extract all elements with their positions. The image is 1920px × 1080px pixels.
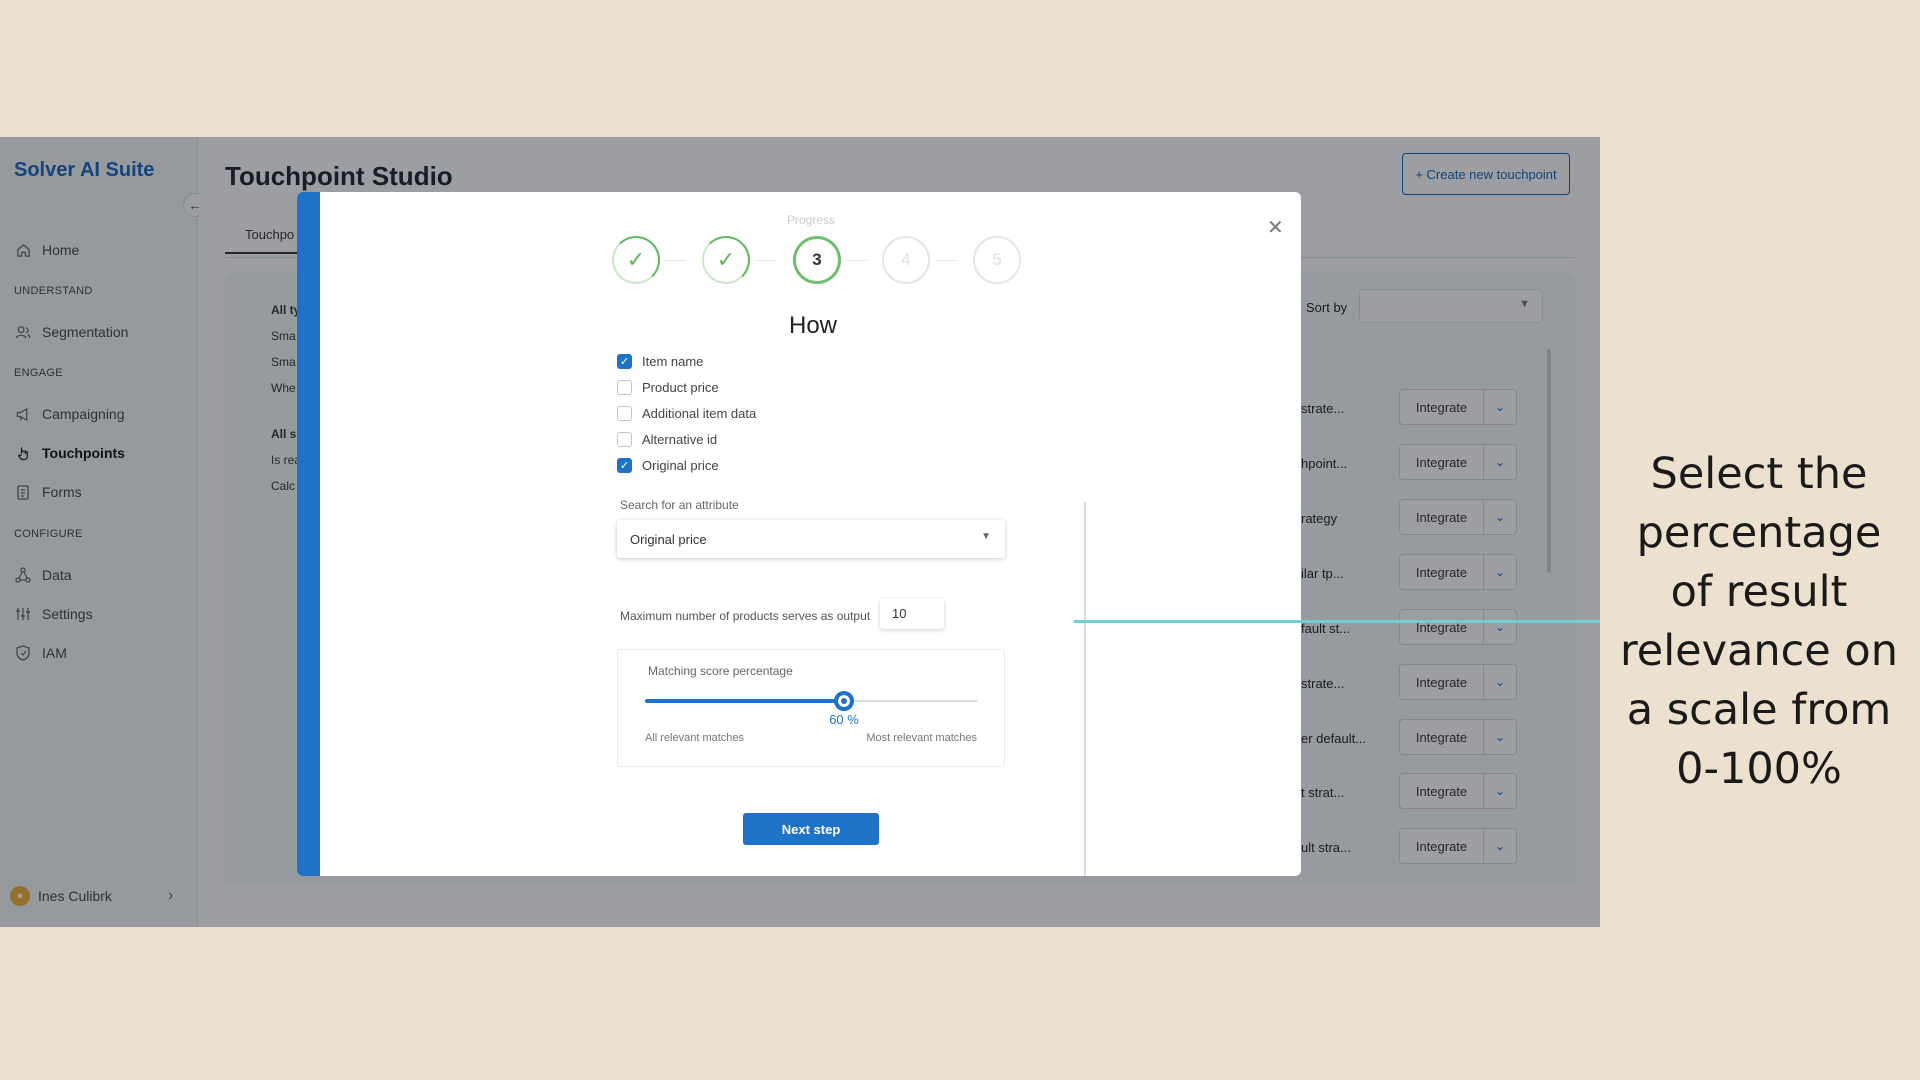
attribute-select-value: Original price [630, 532, 707, 547]
callout-line [1074, 620, 1600, 623]
check-icon: ✓ [626, 247, 646, 272]
checkbox-label: Item name [642, 354, 704, 369]
step-3-current[interactable]: 3 [793, 236, 841, 284]
step-1-complete[interactable]: ✓ [612, 236, 660, 284]
checkbox-checked[interactable]: ✓ [617, 458, 632, 473]
step-connector [664, 260, 686, 261]
step-5-pending: 5 [973, 236, 1021, 284]
slider-max-label: Most relevant matches [866, 732, 977, 744]
slider-value: 60 % [829, 712, 859, 727]
max-products-label: Maximum number of products serves as out… [620, 609, 871, 623]
step-connector [935, 260, 957, 261]
step-connector [845, 260, 867, 261]
progress-label: Progress [787, 213, 836, 227]
checkbox-label: Alternative id [642, 432, 718, 447]
checkbox-additional-item-data[interactable]: Additional item data [617, 406, 756, 421]
step-connector [755, 260, 777, 261]
modal-divider [1084, 502, 1086, 876]
checkbox-label: Product price [642, 380, 719, 395]
checkbox-unchecked[interactable] [617, 432, 632, 447]
slider-min-label: All relevant matches [645, 732, 745, 744]
checkbox-checked[interactable]: ✓ [617, 354, 632, 369]
checkbox-product-price[interactable]: Product price [617, 380, 719, 395]
slider-fill [645, 699, 845, 703]
attribute-search-label: Search for an attribute [620, 498, 739, 512]
max-products-input[interactable]: 10 [880, 599, 944, 629]
checkbox-original-price[interactable]: ✓ Original price [617, 458, 719, 473]
step-2-complete[interactable]: ✓ [702, 236, 750, 284]
checkbox-item-name[interactable]: ✓ Item name [617, 354, 703, 369]
touchpoint-wizard-modal: ✕ Progress ✓ ✓ 3 4 5 How ✓ Item name Pro… [297, 192, 1301, 876]
modal-accent-stripe [297, 192, 320, 876]
matching-score-title: Matching score percentage [648, 664, 793, 678]
slider-thumb[interactable] [834, 691, 855, 711]
checkbox-unchecked[interactable] [617, 406, 632, 421]
checkbox-unchecked[interactable] [617, 380, 632, 395]
checkbox-label: Original price [642, 458, 719, 473]
step-4-pending: 4 [882, 236, 930, 284]
step-heading: How [789, 312, 838, 339]
check-icon: ✓ [716, 247, 736, 272]
matching-score-panel: Matching score percentage 60 % All relev… [617, 649, 1005, 767]
close-icon[interactable]: ✕ [1267, 218, 1284, 238]
caret-down-icon: ▼ [981, 531, 991, 542]
attribute-select[interactable]: Original price ▼ [617, 520, 1005, 558]
checkbox-label: Additional item data [642, 406, 757, 421]
next-step-button[interactable]: Next step [743, 813, 879, 845]
checkbox-alternative-id[interactable]: Alternative id [617, 432, 717, 447]
annotation-text: Select the percentage of result relevanc… [1620, 449, 1898, 794]
